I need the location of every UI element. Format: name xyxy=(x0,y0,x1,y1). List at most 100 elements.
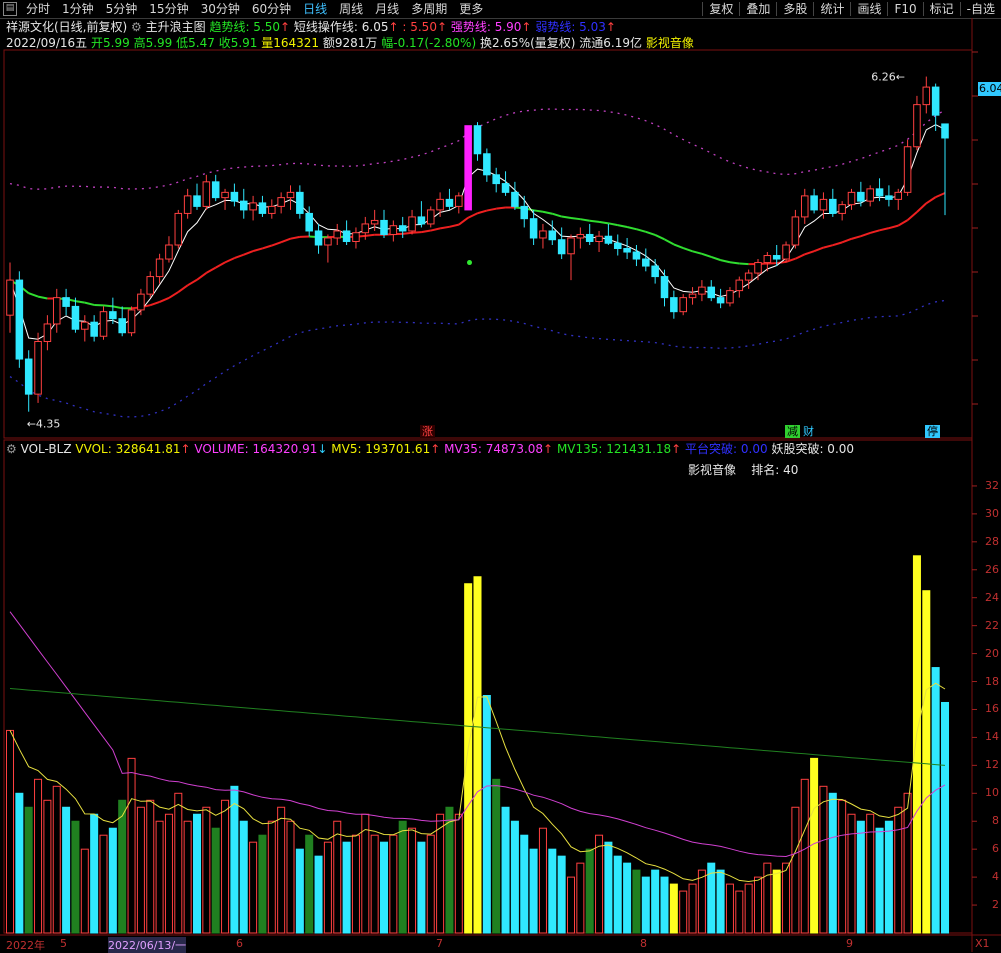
trend-line-segment xyxy=(805,251,814,254)
volume-bar xyxy=(446,807,453,933)
trend-line-segment xyxy=(150,302,159,305)
candle-body xyxy=(830,199,837,213)
candle-body xyxy=(605,236,612,243)
volume-axis-label: 24 xyxy=(985,591,999,604)
trend-line-segment xyxy=(449,225,458,227)
volume-axis-label: 32 xyxy=(985,479,999,492)
volume-bar xyxy=(857,821,864,933)
signal-dot xyxy=(467,260,472,265)
trend-line-segment xyxy=(880,228,889,230)
volume-bar xyxy=(109,828,116,933)
candle-body xyxy=(166,245,173,259)
trend-line-segment xyxy=(459,218,468,225)
settings-icon[interactable]: ⚙ xyxy=(6,442,21,456)
volume-bar xyxy=(455,814,462,933)
trend-line-segment xyxy=(665,239,674,244)
volume-bar xyxy=(437,814,444,933)
volume-bar xyxy=(614,856,621,933)
candle-body xyxy=(259,203,266,214)
trend-line-segment xyxy=(403,233,412,234)
volume-bar xyxy=(876,828,883,933)
kline-chart[interactable]: 6.26←←4.35 xyxy=(0,0,1001,952)
weak-band-line xyxy=(10,301,945,418)
date-axis-label: 9 xyxy=(846,937,853,950)
volume-bar xyxy=(885,821,892,933)
date-axis-label: 2022/06/13/一 xyxy=(108,937,186,953)
volume-bar xyxy=(315,856,322,933)
reduce-marker[interactable]: 减 xyxy=(785,425,800,438)
volume-bar xyxy=(567,877,574,933)
volume-bar xyxy=(941,702,948,933)
candle-body xyxy=(530,219,537,238)
volume-bar xyxy=(596,835,603,933)
trend-line-segment xyxy=(608,223,617,225)
date-axis-label: 5 xyxy=(60,937,67,950)
trend-line-segment xyxy=(655,235,664,239)
volume-axis-label: 16 xyxy=(985,702,999,715)
current-price-tag: 6.04 xyxy=(978,82,1001,96)
trend-line-segment xyxy=(216,262,225,267)
candle-body xyxy=(773,256,780,260)
trend-line-segment xyxy=(38,297,47,299)
trend-line-segment xyxy=(421,231,430,233)
volume-indicator-header: ⚙ VOL-BLZ VVOL: 328641.81↑ VOLUME: 16432… xyxy=(6,441,854,457)
candle-body xyxy=(390,226,397,235)
finance-marker[interactable]: 财 xyxy=(801,425,816,438)
volume-bar xyxy=(203,807,210,933)
volume-bar xyxy=(427,835,434,933)
trend-line-segment xyxy=(234,255,243,258)
trend-line-segment xyxy=(702,254,711,257)
candle-body xyxy=(437,199,444,210)
trend-line-segment xyxy=(244,251,253,255)
volume-bar xyxy=(380,842,387,933)
volume-indicator-name[interactable]: VOL-BLZ xyxy=(21,442,72,456)
trend-line-segment xyxy=(814,248,823,252)
candle-body xyxy=(72,306,79,329)
candle-body xyxy=(540,231,547,238)
trend-line-segment xyxy=(197,273,206,280)
volume-bar xyxy=(25,807,32,933)
limit-up-marker[interactable]: 涨 xyxy=(420,425,435,438)
trend-line-segment xyxy=(693,251,702,254)
candle-body xyxy=(100,312,107,337)
suspend-marker[interactable]: 停 xyxy=(925,425,940,438)
volume-bar xyxy=(642,877,649,933)
trend-line-segment xyxy=(618,225,627,227)
min-price-label: ←4.35 xyxy=(27,418,61,431)
candle-body xyxy=(269,206,276,213)
volume-bar xyxy=(362,814,369,933)
volume-bar xyxy=(16,793,23,933)
trend-line-segment xyxy=(291,237,300,239)
volume-bar xyxy=(633,870,640,933)
volume-bar xyxy=(792,807,799,933)
trend-line-segment xyxy=(253,248,262,251)
candle-body xyxy=(942,124,949,138)
volume-bar xyxy=(689,884,696,933)
candle-body xyxy=(624,249,631,253)
volume-bar xyxy=(698,870,705,933)
candle-body xyxy=(91,322,98,336)
volume-bar xyxy=(53,786,60,933)
trend-line-segment xyxy=(225,258,234,262)
volume-bar xyxy=(250,842,257,933)
volume-bar xyxy=(343,842,350,933)
candle-body xyxy=(549,231,556,240)
candle-body xyxy=(353,233,360,242)
trend-line-segment xyxy=(674,244,683,248)
candle-body xyxy=(568,238,575,254)
volume-bar xyxy=(371,835,378,933)
trend-line-segment xyxy=(898,220,907,226)
volume-bar xyxy=(296,849,303,933)
candle-body xyxy=(184,196,191,214)
vvol-value: VVOL: 328641.81 xyxy=(75,442,180,456)
volume-bar xyxy=(306,835,313,933)
volume-bar xyxy=(91,814,98,933)
volume-bar xyxy=(923,591,930,933)
candle-body xyxy=(427,210,434,224)
volume-bar xyxy=(100,835,107,933)
volume-bar xyxy=(147,800,154,933)
volume-bar xyxy=(137,807,144,933)
volume-axis-label: 8 xyxy=(992,814,999,827)
candle-body xyxy=(409,217,416,231)
volume-bar xyxy=(474,577,481,933)
